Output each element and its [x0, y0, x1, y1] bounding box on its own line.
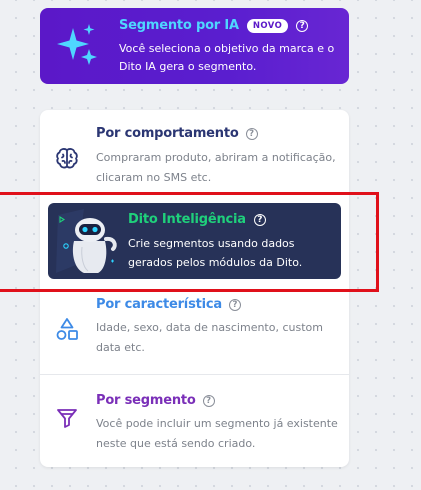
option-description: Idade, sexo, data de nascimento, custom …: [96, 321, 323, 354]
help-icon[interactable]: ?: [202, 394, 215, 407]
option-title: Por comportamento: [96, 126, 239, 141]
option-description: Crie segmentos usando dados gerados pelo…: [128, 237, 303, 269]
segment-options-card: Por comportamento ? Compraram produto, a…: [40, 110, 349, 467]
help-icon[interactable]: ?: [253, 213, 266, 226]
option-dito-intelligence[interactable]: Dito Inteligência ? Crie segmentos usand…: [48, 203, 341, 279]
ia-card-description: Você seleciona o objetivo da marca e o D…: [119, 42, 335, 73]
sparkle-icon: [57, 24, 97, 65]
ia-card-title: Segmento por IA: [119, 18, 239, 33]
help-icon[interactable]: ?: [296, 19, 309, 32]
option-segment[interactable]: Por segmento ? Você pode incluir um segm…: [40, 375, 349, 467]
help-icon[interactable]: ?: [228, 298, 241, 311]
funnel-icon: [57, 409, 77, 428]
option-behavior[interactable]: Por comportamento ? Compraram produto, a…: [40, 110, 349, 200]
option-characteristic[interactable]: Por característica ? Idade, sexo, data d…: [40, 290, 349, 374]
option-title: Por característica: [96, 297, 222, 312]
option-title: Por segmento: [96, 393, 196, 408]
option-description: Compraram produto, abriram a notificação…: [96, 151, 336, 184]
robot-icon: [56, 209, 117, 273]
new-badge: NOVO: [246, 18, 289, 33]
option-title: Dito Inteligência: [128, 212, 246, 227]
help-icon[interactable]: ?: [245, 127, 258, 140]
ia-segment-card[interactable]: Segmento por IA NOVO ? Você seleciona o …: [40, 8, 349, 84]
brain-icon: [56, 148, 78, 169]
shapes-icon: [56, 318, 78, 340]
option-description: Você pode incluir um segmento já existen…: [96, 417, 338, 450]
